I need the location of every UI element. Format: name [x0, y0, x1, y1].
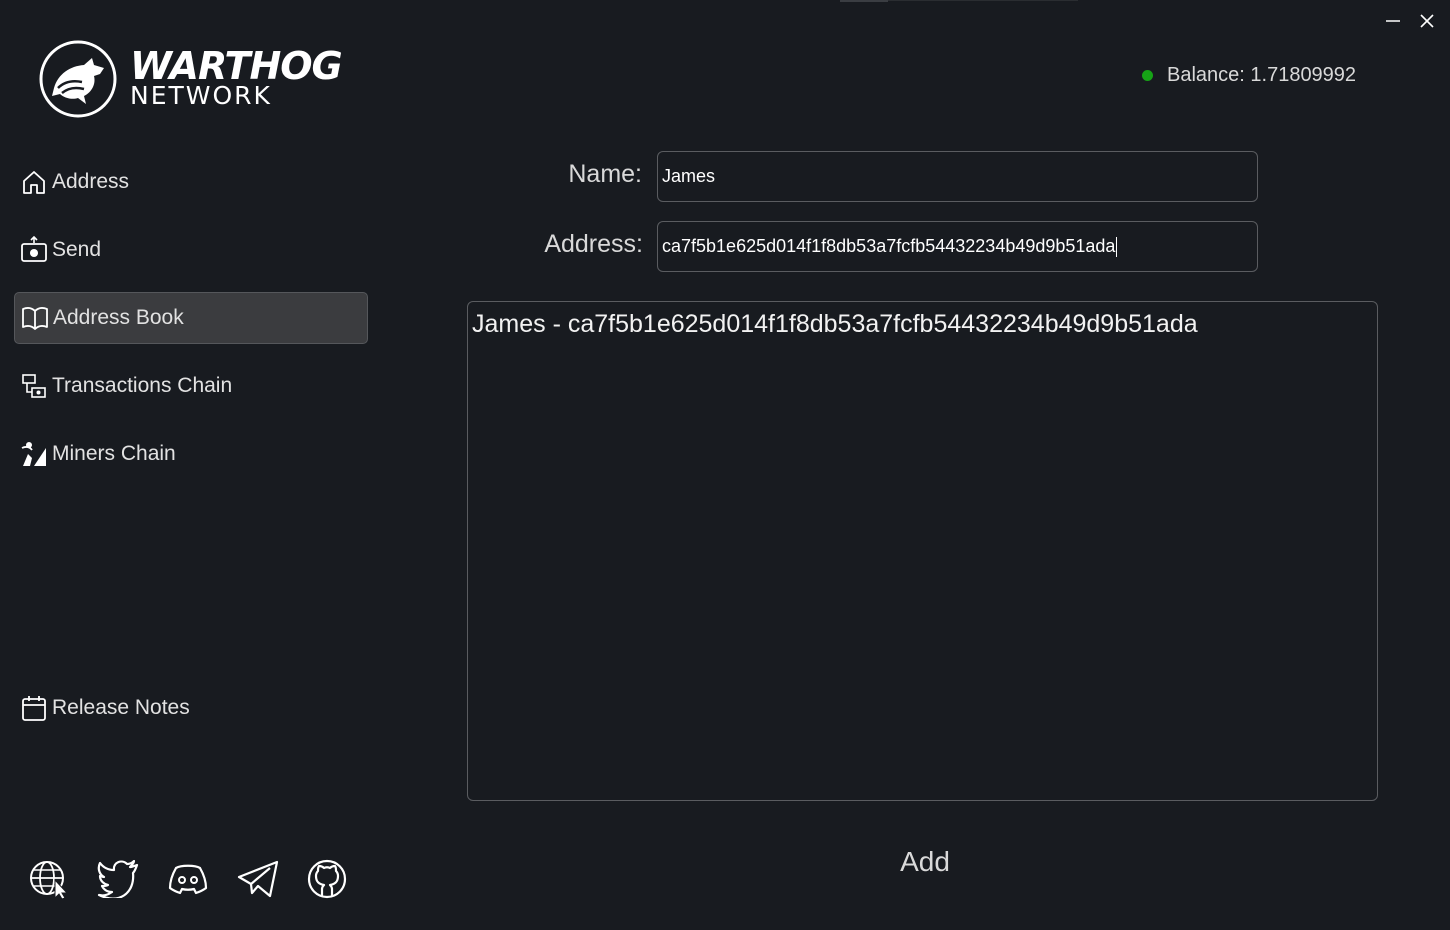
sidebar-item-address-book[interactable]: Address Book	[14, 292, 368, 344]
address-book-list[interactable]: James - ca7f5b1e625d014f1f8db53a7fcfb544…	[467, 301, 1378, 801]
connection-status-dot	[1142, 70, 1153, 81]
sidebar-item-send[interactable]: Send	[14, 224, 368, 276]
text-cursor	[1116, 236, 1118, 257]
sidebar-item-miners-chain[interactable]: Miners Chain	[14, 428, 368, 480]
close-icon	[1420, 14, 1434, 28]
sidebar-item-label: Address Book	[53, 306, 184, 329]
address-input[interactable]: ca7f5b1e625d014f1f8db53a7fcfb54432234b49…	[657, 221, 1258, 272]
discord-icon[interactable]	[167, 858, 209, 900]
sidebar-item-label: Miners Chain	[52, 442, 176, 465]
calendar-icon	[20, 694, 48, 722]
title-bar-indicator	[840, 0, 888, 2]
telegram-icon[interactable]	[237, 858, 279, 900]
sidebar-item-label: Release Notes	[52, 696, 190, 719]
title-bar-divider	[888, 0, 1078, 1]
logo-word-warthog: WARTHOG	[130, 44, 343, 88]
list-item[interactable]: James - ca7f5b1e625d014f1f8db53a7fcfb544…	[468, 302, 1377, 347]
name-label: Name:	[568, 160, 642, 188]
book-icon	[21, 304, 49, 332]
address-label: Address:	[544, 230, 643, 258]
github-icon[interactable]	[306, 858, 348, 900]
sidebar-item-label: Send	[52, 238, 102, 261]
add-button[interactable]: Add	[880, 840, 970, 884]
miner-icon	[20, 440, 48, 468]
balance-text: Balance: 1.71809992	[1167, 64, 1357, 86]
address-input-value: ca7f5b1e625d014f1f8db53a7fcfb54432234b49…	[662, 236, 1116, 256]
sidebar-item-release-notes[interactable]: Release Notes	[14, 682, 368, 734]
balance-display: Balance: 1.71809992	[1142, 64, 1356, 87]
name-input[interactable]: James	[657, 151, 1258, 202]
logo-wordmark: WARTHOG NETWORK	[130, 44, 343, 108]
send-icon	[20, 236, 48, 264]
minimize-icon	[1386, 20, 1400, 22]
twitter-icon[interactable]	[97, 858, 139, 900]
home-icon	[20, 168, 48, 196]
sidebar-item-address[interactable]: Address	[14, 156, 368, 208]
close-button[interactable]	[1414, 8, 1440, 34]
transactions-chain-icon	[20, 372, 48, 400]
globe-icon[interactable]	[28, 858, 70, 900]
name-input-value: James	[662, 166, 716, 186]
sidebar-item-label: Transactions Chain	[52, 374, 233, 397]
sidebar-item-label: Address	[52, 170, 130, 193]
warthog-logo-emblem	[38, 38, 118, 125]
minimize-button[interactable]	[1380, 8, 1406, 34]
sidebar-item-transactions-chain[interactable]: Transactions Chain	[14, 360, 368, 412]
